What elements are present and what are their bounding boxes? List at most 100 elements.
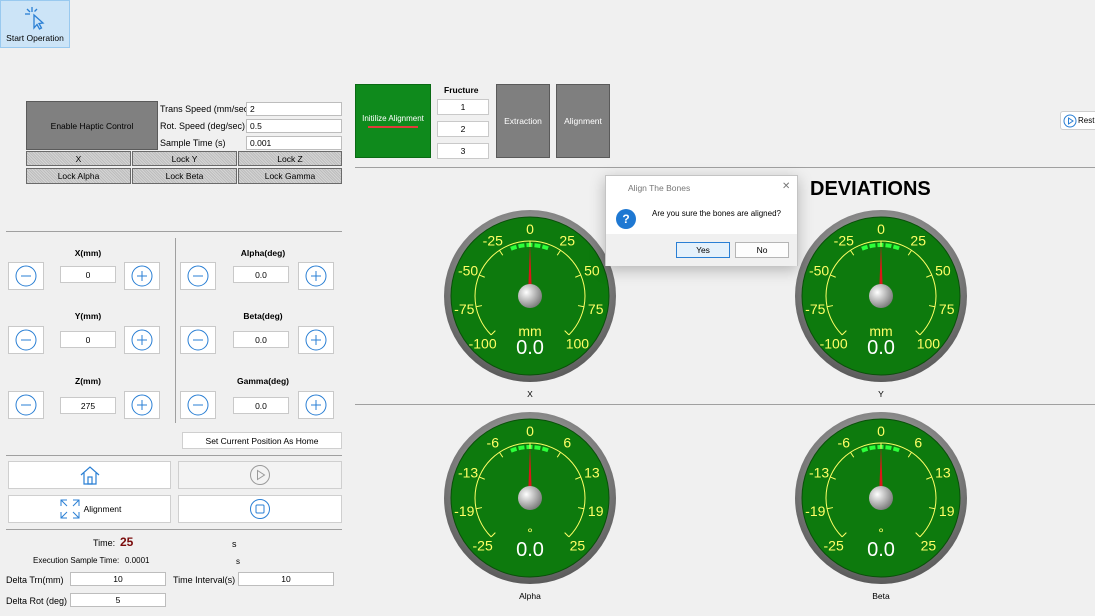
lock-beta-button[interactable]: Lock Beta <box>132 168 237 184</box>
gauge-tick-label: 0 <box>526 221 534 237</box>
beta-decrement-button[interactable] <box>180 326 216 354</box>
gauge-tick-label: -13 <box>458 464 478 480</box>
y-decrement-button[interactable] <box>8 326 44 354</box>
gauge-tick-label: -6 <box>487 434 500 450</box>
delta-rot-input[interactable]: 5 <box>70 593 166 607</box>
y-value-field[interactable]: 0 <box>60 331 116 348</box>
gauge-value: 0.0 <box>867 539 895 561</box>
time-label: Time: <box>93 538 116 548</box>
gamma-increment-button[interactable] <box>298 391 334 419</box>
alpha-axis-label: Alpha(deg) <box>240 248 286 258</box>
active-indicator <box>368 126 418 128</box>
lock-x-button[interactable]: X <box>26 151 131 166</box>
trans-speed-label: Trans Speed (mm/sec) <box>160 104 252 114</box>
rest-label: Rest <box>1078 116 1095 125</box>
z-value-field[interactable]: 275 <box>60 397 116 414</box>
enable-haptic-button[interactable]: Enable Haptic Control <box>26 101 158 150</box>
gauge-beta: -25-19-13-606131925°0.0 <box>795 412 967 584</box>
extraction-button[interactable]: Extraction <box>496 84 550 158</box>
set-home-button[interactable]: Set Current Position As Home <box>182 432 342 449</box>
stop-button[interactable] <box>178 495 342 523</box>
play-button[interactable] <box>178 461 342 489</box>
dialog-message: Are you sure the bones are aligned? <box>652 209 781 218</box>
trans-speed-input[interactable]: 2 <box>246 102 342 116</box>
fructure-3-button[interactable]: 3 <box>437 143 489 159</box>
beta-value-field[interactable]: 0.0 <box>233 331 289 348</box>
gauge-tick-label: -19 <box>805 503 825 519</box>
lock-y-button[interactable]: Lock Y <box>132 151 237 166</box>
time-value: 25 <box>120 535 134 549</box>
gauge-tick-label: -19 <box>454 503 474 519</box>
lock-z-button[interactable]: Lock Z <box>238 151 342 166</box>
time-interval-label: Time Interval(s) <box>173 575 236 585</box>
gauge-tick-label: -6 <box>838 434 851 450</box>
z-decrement-button[interactable] <box>8 391 44 419</box>
dialog-no-button[interactable]: No <box>735 242 789 258</box>
z-increment-button[interactable] <box>124 391 160 419</box>
time-interval-input[interactable]: 10 <box>238 572 334 586</box>
plus-circle-icon <box>131 265 153 287</box>
alignment-button[interactable]: Alignment <box>556 84 610 158</box>
plus-circle-icon <box>305 265 327 287</box>
x-decrement-button[interactable] <box>8 262 44 290</box>
alpha-decrement-button[interactable] <box>180 262 216 290</box>
gauge-x-label: X <box>527 389 533 399</box>
plus-circle-icon <box>131 329 153 351</box>
minus-circle-icon <box>187 394 209 416</box>
gauge-tick-label: -100 <box>469 335 497 351</box>
gauge-tick-label: 25 <box>559 232 575 248</box>
lock-gamma-button[interactable]: Lock Gamma <box>238 168 342 184</box>
question-icon: ? <box>616 209 636 229</box>
alpha-value-field[interactable]: 0.0 <box>233 266 289 283</box>
x-increment-button[interactable] <box>124 262 160 290</box>
beta-increment-button[interactable] <box>298 326 334 354</box>
plus-circle-icon <box>305 329 327 351</box>
home-icon <box>80 466 99 485</box>
minus-circle-icon <box>187 329 209 351</box>
gauge-tick-label: -25 <box>473 537 493 553</box>
gauge-tick-label: 13 <box>584 464 600 480</box>
vertical-separator <box>175 238 176 423</box>
exec-sample-value: 0.0001 <box>125 556 150 565</box>
exec-sample-unit: s <box>236 557 240 566</box>
play-icon <box>1063 114 1077 127</box>
gauge-alpha-label: Alpha <box>519 591 541 601</box>
x-value-field[interactable]: 0 <box>60 266 116 283</box>
fructure-1-button[interactable]: 1 <box>437 99 489 115</box>
gauge-hub <box>518 486 542 510</box>
gauge-y-label: Y <box>878 389 884 399</box>
dialog-yes-button[interactable]: Yes <box>676 242 730 258</box>
initialize-alignment-button[interactable]: Initilize Alignment <box>355 84 431 158</box>
fructure-2-button[interactable]: 2 <box>437 121 489 137</box>
gauge-tick-label: 19 <box>588 503 604 519</box>
lock-alpha-button[interactable]: Lock Alpha <box>26 168 131 184</box>
dialog-close-icon[interactable]: ✕ <box>782 181 790 192</box>
alignment-mode-button[interactable]: Alignment <box>8 495 171 523</box>
gauge-tick-label: -75 <box>805 301 825 317</box>
alpha-increment-button[interactable] <box>298 262 334 290</box>
delta-trn-input[interactable]: 10 <box>70 572 166 586</box>
gauge-tick-label: 0 <box>877 221 885 237</box>
start-operation-button[interactable]: Start Operation <box>0 0 70 48</box>
cursor-click-icon <box>25 7 45 30</box>
rest-button[interactable]: Rest <box>1060 111 1095 130</box>
initialize-alignment-label: Initilize Alignment <box>362 114 424 123</box>
sample-time-input[interactable]: 0.001 <box>246 136 342 150</box>
gamma-decrement-button[interactable] <box>180 391 216 419</box>
play-icon <box>250 465 270 485</box>
y-increment-button[interactable] <box>124 326 160 354</box>
minus-circle-icon <box>15 329 37 351</box>
gauge-tick-label: -100 <box>820 335 848 351</box>
rot-speed-input[interactable]: 0.5 <box>246 119 342 133</box>
gauge-tick-label: 19 <box>939 503 955 519</box>
gauge-tick-label: 6 <box>563 434 571 450</box>
gauge-x: -100-75-50-250255075100mm0.0 <box>444 210 616 382</box>
gauge-tick-label: 25 <box>921 537 937 553</box>
gauge-tick-label: -50 <box>458 262 478 278</box>
gauge-tick-label: 100 <box>917 335 941 351</box>
gauge-tick-label: 13 <box>935 464 951 480</box>
gauge-tick-label: 75 <box>939 301 955 317</box>
gamma-value-field[interactable]: 0.0 <box>233 397 289 414</box>
home-button[interactable] <box>8 461 171 489</box>
start-operation-label: Start Operation <box>6 33 64 43</box>
